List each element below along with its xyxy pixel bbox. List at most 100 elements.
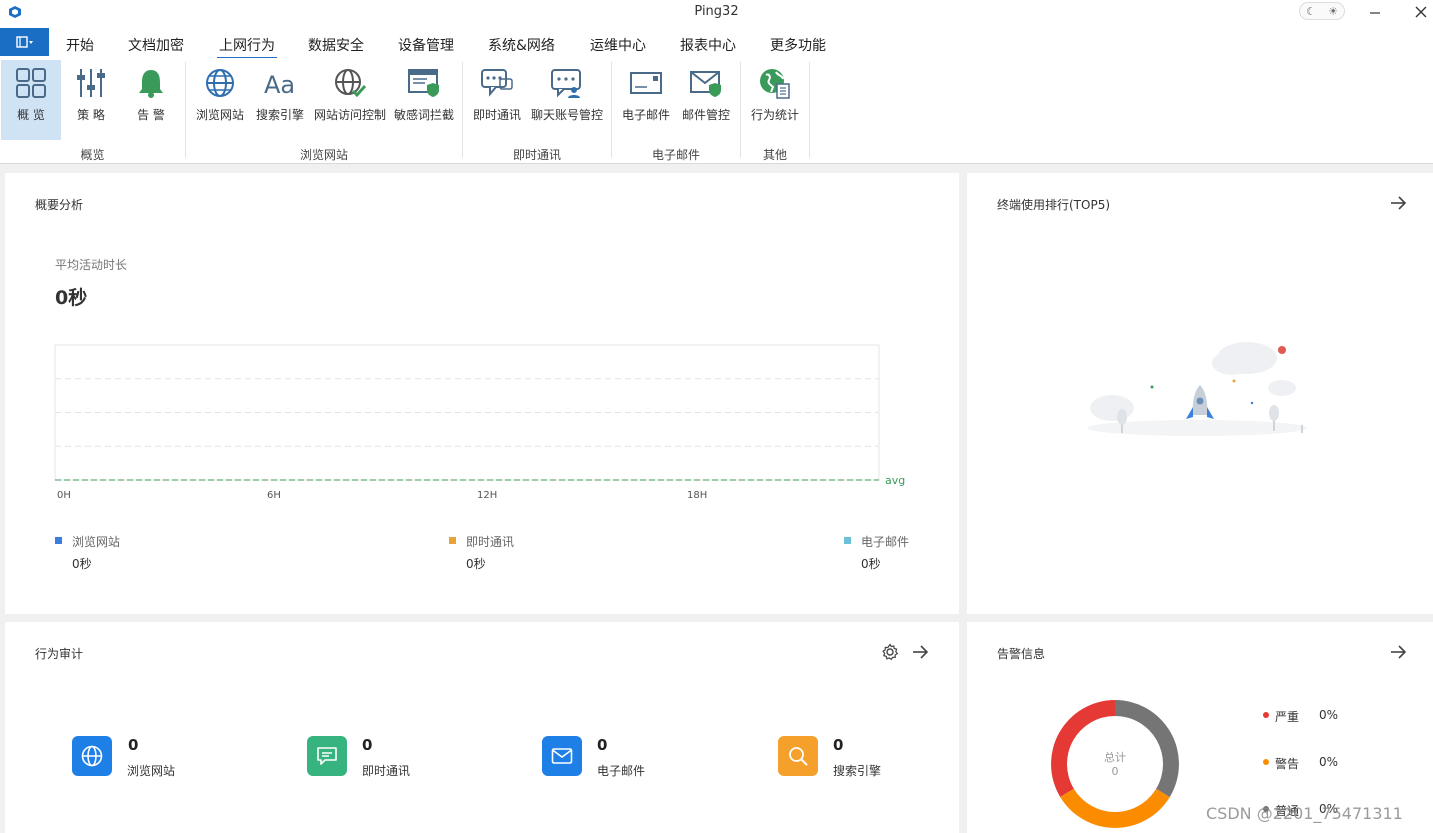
tab-ops-center[interactable]: 运维中心: [590, 35, 646, 55]
ribbon-sensitive-word-button[interactable]: 敏感词拦截: [392, 60, 456, 140]
tab-device-management[interactable]: 设备管理: [398, 35, 454, 55]
title-bar: Ping32 ☾ ☀: [0, 0, 1433, 27]
legend-value-browse: 0秒: [72, 557, 92, 571]
tab-start[interactable]: 开始: [66, 35, 94, 55]
chart-x-tick: 0H: [57, 490, 71, 501]
alert-level-warning-name: 警告: [1275, 757, 1300, 771]
ribbon-behavior-stats-button[interactable]: 行为统计: [747, 60, 803, 140]
ribbon-alarm-button[interactable]: 告 警: [123, 60, 179, 140]
top5-title: 终端使用排行(TOP5): [997, 198, 1111, 212]
ribbon-group-browse-web: 浏览网站: [299, 148, 348, 162]
audit-title: 行为审计: [35, 647, 84, 661]
legend-dot-browse: [55, 537, 62, 544]
ribbon-search-engine-label: 搜索引擎: [255, 108, 304, 122]
avg-activity-value: 0秒: [55, 287, 88, 309]
audit-browse-web-icon[interactable]: [72, 736, 112, 776]
earth-report-icon: [760, 69, 790, 99]
ribbon-policy-label: 策 略: [77, 108, 105, 122]
donut-center-label: 总计: [1104, 751, 1126, 764]
minimize-icon: [1370, 12, 1380, 14]
theme-toggle[interactable]: ☾ ☀: [1299, 2, 1345, 20]
ribbon-mail-control-button[interactable]: 邮件管控: [678, 60, 734, 140]
close-button[interactable]: [1409, 2, 1433, 22]
ribbon-email-label: 电子邮件: [621, 108, 670, 122]
alert-level-warning-pct: 0%: [1319, 755, 1339, 769]
audit-im-icon[interactable]: [307, 736, 347, 776]
alerts-panel: 告警信息 总计 0 严重 0% 警告 0% 普通 0%: [967, 622, 1433, 833]
font-aa-icon: Aa: [264, 71, 295, 99]
audit-email-count: 0: [597, 736, 608, 754]
ribbon-toolbar: 概 览 策 略 告 警 概览 浏览网站 Aa 搜索引擎 网站访问控制 敏感词拦截…: [0, 58, 1433, 164]
tab-system-network[interactable]: 系统&网络: [488, 35, 555, 55]
tab-data-security[interactable]: 数据安全: [308, 35, 364, 55]
chat-bubbles-icon: [481, 69, 513, 97]
top5-arrow-right-icon[interactable]: [1388, 193, 1408, 213]
donut-segment-warning: [1060, 788, 1170, 828]
globe-icon: [206, 69, 234, 97]
ribbon-group-email: 电子邮件: [651, 148, 700, 162]
audit-arrow-right-icon[interactable]: [910, 642, 930, 662]
audit-panel: 行为审计 0 浏览网站 0 即时通讯 0 电子邮件 0 搜索引擎: [5, 622, 959, 833]
legend-value-im: 0秒: [466, 557, 486, 571]
alarm-bell-icon: [139, 70, 163, 98]
ribbon-behavior-stats-label: 行为统计: [750, 108, 799, 122]
ribbon-site-access-control-button[interactable]: 网站访问控制: [312, 60, 388, 140]
tab-more-features[interactable]: 更多功能: [770, 35, 826, 55]
ribbon-separator: [809, 62, 810, 158]
top5-panel: 终端使用排行(TOP5): [967, 173, 1433, 614]
mail-icon: [551, 748, 573, 764]
ribbon-group-other: 其他: [762, 148, 787, 162]
sun-icon: ☀: [1328, 4, 1338, 18]
envelope-shield-icon: [690, 71, 721, 97]
legend-dot-email: [844, 537, 851, 544]
ribbon-sensitive-word-label: 敏感词拦截: [393, 108, 454, 122]
ribbon-chat-account-control-button[interactable]: 聊天账号管控: [529, 60, 605, 140]
gear-icon[interactable]: [881, 643, 899, 661]
ribbon-browse-web-label: 浏览网站: [195, 108, 244, 122]
ribbon-email-button[interactable]: 电子邮件: [618, 60, 674, 140]
chart-x-tick: 18H: [687, 490, 707, 501]
legend-value-email: 0秒: [861, 557, 881, 571]
search-icon: [789, 747, 808, 766]
overview-title: 概要分析: [35, 198, 84, 212]
ribbon-chat-account-control-label: 聊天账号管控: [530, 108, 603, 122]
chart-x-tick: 12H: [477, 490, 497, 501]
ribbon-site-access-control-label: 网站访问控制: [313, 108, 386, 122]
ribbon-search-engine-button[interactable]: Aa 搜索引擎: [252, 60, 308, 140]
alert-level-severe-name: 严重: [1275, 710, 1300, 724]
ribbon-browse-web-button[interactable]: 浏览网站: [192, 60, 248, 140]
tab-doc-encryption[interactable]: 文档加密: [128, 35, 184, 55]
audit-search-engine-icon[interactable]: [778, 736, 818, 776]
alerts-arrow-right-icon[interactable]: [1388, 642, 1408, 662]
legend-label-im: 即时通讯: [466, 535, 515, 549]
overview-panel: 概要分析 平均活动时长 0秒 avg 0H 6H 12H 18H 浏览网站 0秒 即时通…: [5, 173, 959, 614]
donut-center-value: 0: [1111, 765, 1119, 778]
svg-text:Aa: Aa: [264, 71, 295, 99]
alert-level-dot-warning: [1263, 759, 1269, 765]
legend-label-email: 电子邮件: [861, 535, 910, 549]
ribbon-overview-button[interactable]: 概 览: [1, 60, 61, 140]
audit-email-icon[interactable]: [542, 736, 582, 776]
ribbon-alarm-label: 告 警: [137, 108, 165, 122]
tab-internet-behavior[interactable]: 上网行为: [217, 35, 277, 59]
envelope-icon: [630, 72, 662, 94]
ribbon-policy-button[interactable]: 策 略: [63, 60, 119, 140]
tab-report-center[interactable]: 报表中心: [680, 35, 736, 55]
chat-user-icon: [551, 69, 581, 98]
app-menu-button[interactable]: [0, 28, 49, 56]
avg-activity-label: 平均活动时长: [55, 258, 128, 272]
ribbon-separator: [740, 62, 741, 158]
alert-level-dot-severe: [1263, 712, 1269, 718]
globe-icon: [81, 745, 103, 767]
ribbon-group-overview: 概览: [80, 148, 105, 162]
ribbon-im-button[interactable]: 即时通讯: [469, 60, 525, 140]
legend-dot-im: [449, 537, 456, 544]
window-shield-icon: [408, 69, 439, 97]
chart-x-tick: 6H: [267, 490, 281, 501]
policy-sliders-icon: [77, 69, 105, 97]
app-menu-icon: [15, 36, 33, 48]
close-icon: [1415, 6, 1427, 18]
minimize-button[interactable]: [1363, 2, 1387, 22]
chart-avg-label: avg: [885, 474, 905, 487]
audit-search-engine-label: 搜索引擎: [833, 764, 882, 778]
